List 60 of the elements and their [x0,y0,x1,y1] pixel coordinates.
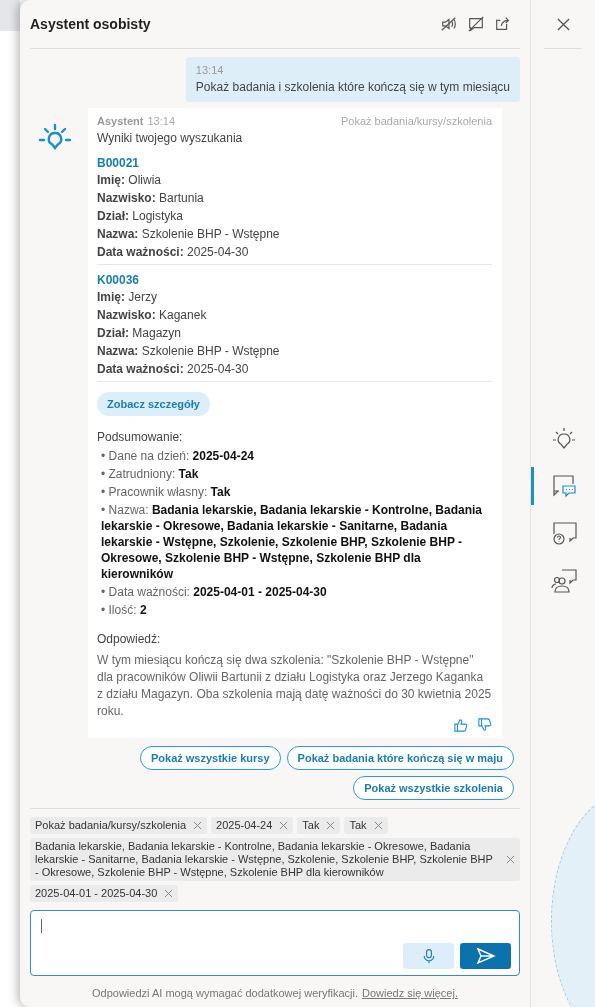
message-text: Wyniki twojego wyszukania [97,131,244,145]
learn-more-link[interactable]: Dowiedz się więcej. [362,987,458,999]
remove-icon[interactable] [164,889,174,898]
filter-chip[interactable]: Badania lekarskie, Badania lekarskie - Kontrolne, Badania lekarskie - Okresowe, Badania lekarskie - Sanitarne, Badania lekarskie - Wstępne, Szkolenie, Szkolenie BHP, Szkolenie BHP - Okresowe, Szkolenie BHP - Wstępne, Szkolenie BHP dla kierowników [30,838,520,881]
message-topic: Pokaż badania/kursy/szkolenia [340,115,492,127]
record-field: Imię: Jerzy [97,288,492,306]
thumbs-down-icon[interactable] [478,718,492,732]
suggestion-button[interactable]: Pokaż badania które kończą się w maju [286,746,514,770]
record-link[interactable]: B00021 [97,156,140,170]
message-sender: Asystent [97,115,144,127]
send-button[interactable] [460,943,511,969]
microphone-button[interactable] [403,943,454,969]
section-heading: Podsumowanie: [97,430,184,444]
question-bubble-icon[interactable] [550,519,578,547]
summary-item: • Dane na dzień: 2025-04-24 [101,448,255,464]
filter-chip[interactable]: 2025-04-01 - 2025-04-30 [30,885,179,902]
filter-chip[interactable]: Tak [297,817,341,834]
message-text: Pokaż badania i szkolenia które kończą się w tym miesiącu [195,80,510,94]
record-field: Dział: Magazyn [97,324,492,342]
remove-icon[interactable] [193,821,203,830]
record-field: Nazwa: Szkolenie BHP - Wstępne [97,342,492,360]
screen-off-icon[interactable] [467,15,485,33]
suggestion-button[interactable]: Pokaż wszystkie szkolenia [353,776,514,800]
text-cursor [41,919,42,933]
panel-title: Asystent osobisty [30,16,151,32]
summary-item: • Data ważności: 2025-04-01 - 2025-04-30 [101,584,328,600]
summary-item: • Ilość: 2 [101,602,148,618]
record-field: Nazwisko: Kaganek [97,306,492,324]
remove-icon[interactable] [373,821,383,830]
remove-icon[interactable] [279,821,289,830]
send-icon [475,946,496,966]
close-icon[interactable] [556,17,570,31]
remove-icon[interactable] [506,855,515,864]
record-field: Nazwa: Szkolenie BHP - Wstępne [97,225,492,243]
record-link[interactable]: K00036 [97,273,140,287]
speaker-muted-icon[interactable] [440,15,458,33]
message-input-field[interactable] [30,910,520,976]
summary-item: • Pracownik własny: Tak [101,484,232,500]
people-chat-icon[interactable] [550,566,578,594]
disclaimer-text: Odpowiedzi AI mogą wymagać dodatkowej weryfikacji. [92,987,358,999]
message-time: 13:14 [147,115,175,127]
chat-bubbles-icon[interactable] [550,472,578,500]
record-field: Data ważności: 2025-04-30 [97,243,492,261]
thumbs-up-icon[interactable] [454,718,468,732]
share-icon[interactable] [494,15,512,33]
filter-chip[interactable]: Pokaż badania/kursy/szkolenia [30,817,208,834]
suggestion-button[interactable]: Pokaż wszystkie kursy [139,746,281,770]
section-heading: Odpowiedź: [97,632,162,646]
summary-item: • Zatrudniony: Tak [101,466,200,482]
summary-item: • Nazwa: Badania lekarskie, Badania lekarskie - Kontrolne, Badania lekarskie - Okresowe, Badania lekarskie - Sanitarne, Badania lekarskie - Wstępne, Szkolenie, Szkolenie BHP, Szkolenie BHP - Okresowe, Szkolenie BHP - Wstępne, Szkolenie BHP dla kierowników [101,502,484,582]
remove-icon[interactable] [326,821,336,830]
answer-text: W tym miesiącu kończą się dwa szkolenia: "Szkolenie BHP - Wstępne" dla pracowników Oliwii Bartunii z działu Logistyka oraz Jerzego Kaganka z działu Magazyn. Oba szkolenia mają datę ważności do 30 kwietnia 2025 roku. [97,652,492,720]
record-field: Imię: Oliwia [97,171,492,189]
record-field: Data ważności: 2025-04-30 [97,360,492,378]
filter-chip[interactable]: 2025-04-24 [211,817,294,834]
record-field: Nazwisko: Bartunia [97,189,492,207]
message-time: 13:14 [195,64,225,76]
filter-chip[interactable]: Tak [344,817,388,834]
details-button[interactable]: Zobacz szczegóły [97,392,210,416]
record-field: Dział: Logistyka [97,207,492,225]
